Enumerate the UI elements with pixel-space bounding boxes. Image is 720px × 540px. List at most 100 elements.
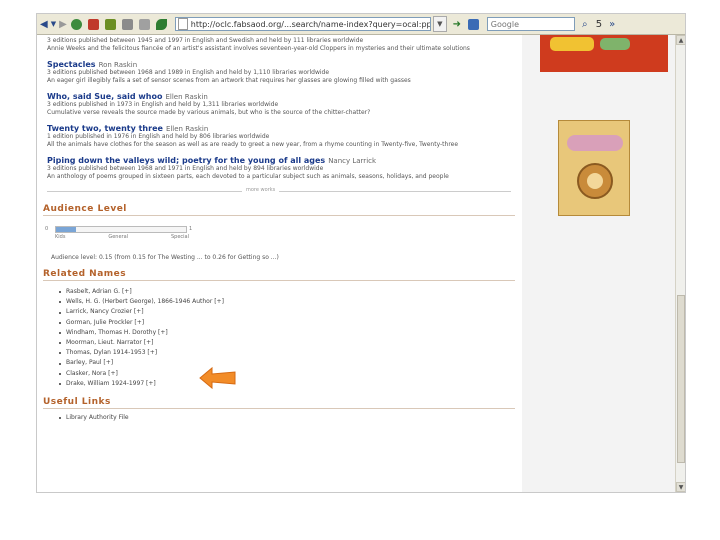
more-works-divider: more works — [47, 187, 511, 196]
related-name-item-link[interactable]: Barley, Paul [+] — [66, 358, 113, 368]
related-name-item: Windham, Thomas H. Dorothy [+] — [59, 328, 521, 338]
result-description-line: 1 edition published in 1976 in English a… — [47, 133, 270, 140]
result-title-link[interactable]: Spectacles — [47, 60, 96, 69]
bookmark-icon[interactable] — [121, 16, 135, 32]
leaf-icon[interactable] — [155, 16, 169, 32]
related-name-item-link[interactable]: Clasker, Nora [+] — [66, 369, 118, 379]
result-description-line: Cumulative verse reveals the source made… — [47, 109, 371, 116]
banner-art — [550, 37, 594, 51]
result-item: Twenty two, twenty three Ellen Raskin 1 ed… — [47, 124, 521, 149]
related-name-item: Drake, William 1924-1997 [+] — [59, 379, 521, 389]
bullet-icon — [59, 301, 61, 304]
browser-window: ◀ ▼ ▶ http://oclc.fabsaod.org/...search/… — [36, 13, 686, 493]
more-works-link[interactable]: more works — [242, 187, 280, 193]
search-field[interactable] — [490, 19, 561, 29]
bullet-icon — [59, 382, 61, 385]
related-name-item: Thomas, Dylan 1914-1953 [+] — [59, 348, 521, 358]
toolbar-counter: 5 — [595, 18, 603, 30]
audience-note: Audience level: 0.15 (from 0.15 for The … — [51, 254, 279, 261]
banner-art-secondary — [600, 38, 630, 50]
result-author[interactable]: Ellen Raskin — [165, 93, 207, 101]
home-icon[interactable] — [104, 16, 118, 32]
bullet-icon — [59, 291, 61, 294]
page-icon — [177, 18, 188, 30]
book-cover-face-art — [587, 173, 603, 189]
vertical-scrollbar[interactable]: ▲ ▼ — [675, 35, 685, 492]
result-description-line: 3 editions published between 1968 and 19… — [47, 165, 324, 172]
result-description-line: An eager girl illegibly fails a set of s… — [47, 77, 411, 84]
go-arrow-icon[interactable]: ➜ — [450, 16, 464, 32]
result-title-link[interactable]: Piping down the valleys wild; poetry for… — [47, 156, 325, 165]
result-author[interactable]: Ron Raskin — [99, 61, 138, 69]
url-text: http://oclc.fabsaod.org/...search/name-i… — [190, 19, 430, 29]
related-name-item-link[interactable]: Rasbelt, Adrian G. [+] — [66, 287, 132, 297]
result-item: Who, said Sue, said whoo Ellen Raskin 3 ed… — [47, 92, 521, 117]
related-name-item-link[interactable]: Thomas, Dylan 1914-1953 [+] — [66, 348, 157, 358]
address-bar[interactable]: http://oclc.fabsaod.org/...search/name-i… — [174, 17, 431, 31]
reload-icon[interactable] — [70, 16, 84, 32]
related-name-item: Wells, H. G. (Herbert George), 1866-1946… — [59, 297, 521, 307]
result-title-link[interactable]: Who, said Sue, said whoo — [47, 92, 162, 101]
result-title-link[interactable]: Twenty two, twenty three — [47, 124, 163, 133]
related-name-item: Rasbelt, Adrian G. [+] — [59, 287, 521, 297]
result-item: 3 editions published between 1945 and 19… — [47, 37, 521, 53]
forward-button[interactable]: ▶ — [59, 16, 67, 32]
extension-icon[interactable] — [467, 16, 481, 32]
search-input[interactable] — [486, 17, 575, 31]
related-names-list: Rasbelt, Adrian G. [+] Wells, H. G. (Herb… — [59, 287, 521, 389]
header-banner-image — [540, 35, 668, 72]
audience-scale-labels: Kids General Special — [55, 234, 189, 240]
result-description-line: 3 editions published between 1968 and 19… — [47, 69, 330, 76]
print-icon[interactable] — [138, 16, 152, 32]
result-item: Spectacles Ron Raskin 3 editions published… — [47, 60, 521, 85]
scroll-down-button[interactable]: ▼ — [676, 482, 685, 492]
bullet-icon — [59, 321, 61, 324]
related-name-item-link[interactable]: Windham, Thomas H. Dorothy [+] — [66, 328, 168, 338]
bullet-icon — [59, 311, 61, 314]
useful-links-list: Library Authority File — [59, 414, 521, 421]
search-icon[interactable]: ⌕ — [578, 16, 592, 32]
useful-links-heading: Useful Links — [43, 397, 515, 410]
result-author[interactable]: Ellen Raskin — [166, 125, 208, 133]
result-title-row: Twenty two, twenty three Ellen Raskin — [47, 124, 521, 133]
pointer-arrow-icon — [199, 366, 236, 390]
related-name-item-link[interactable]: Wells, H. G. (Herbert George), 1866-1946… — [66, 297, 224, 307]
bullet-icon — [59, 416, 61, 419]
related-name-item-link[interactable]: Drake, William 1924-1997 [+] — [66, 379, 156, 389]
results-list: 3 editions published between 1945 and 19… — [37, 37, 521, 181]
url-dropdown-button[interactable]: ▼ — [432, 16, 447, 32]
audience-level-bar: 0 1 Kids General Special — [45, 224, 521, 252]
bullet-icon — [59, 362, 61, 365]
back-button[interactable]: ◀ — [40, 16, 48, 32]
scroll-up-button[interactable]: ▲ — [676, 35, 685, 45]
page-content: 3 editions published between 1945 and 19… — [37, 35, 521, 485]
related-name-item: Larrick, Nancy Crozier [+] — [59, 307, 521, 317]
result-author[interactable]: Nancy Larrick — [328, 157, 376, 165]
result-title-row: Piping down the valleys wild; poetry for… — [47, 156, 521, 165]
related-names-heading: Related Names — [43, 269, 515, 281]
history-dropdown[interactable]: ▼ — [51, 16, 56, 32]
result-title-row: Spectacles Ron Raskin — [47, 60, 521, 69]
audience-label-general: General — [108, 234, 129, 240]
audience-label-kids: Kids — [55, 234, 66, 240]
related-name-item-link[interactable]: Gorman, Julie Prockler [+] — [66, 318, 144, 328]
related-name-item: Moorman, Lieut. Narrator [+] — [59, 338, 521, 348]
audience-start-label: 0 — [45, 226, 49, 232]
result-description-line: 3 editions published in 1973 in English … — [47, 101, 279, 108]
useful-link-item: Library Authority File — [59, 414, 521, 421]
result-title-row: Who, said Sue, said whoo Ellen Raskin — [47, 92, 521, 101]
scroll-thumb[interactable] — [677, 295, 685, 463]
audience-level-heading: Audience Level — [43, 204, 515, 216]
audience-fill — [56, 227, 76, 232]
related-name-item-link[interactable]: Moorman, Lieut. Narrator [+] — [66, 338, 153, 348]
book-cover-image[interactable] — [558, 120, 630, 216]
stop-icon[interactable] — [87, 16, 101, 32]
side-panel — [522, 35, 675, 492]
menu-icon[interactable]: » — [605, 16, 619, 32]
useful-link-item-link[interactable]: Library Authority File — [66, 414, 129, 421]
related-name-item-link[interactable]: Larrick, Nancy Crozier [+] — [66, 307, 144, 317]
bullet-icon — [59, 372, 61, 375]
bullet-icon — [59, 342, 61, 345]
result-description-line: 3 editions published between 1945 and 19… — [47, 37, 364, 44]
bullet-icon — [59, 352, 61, 355]
